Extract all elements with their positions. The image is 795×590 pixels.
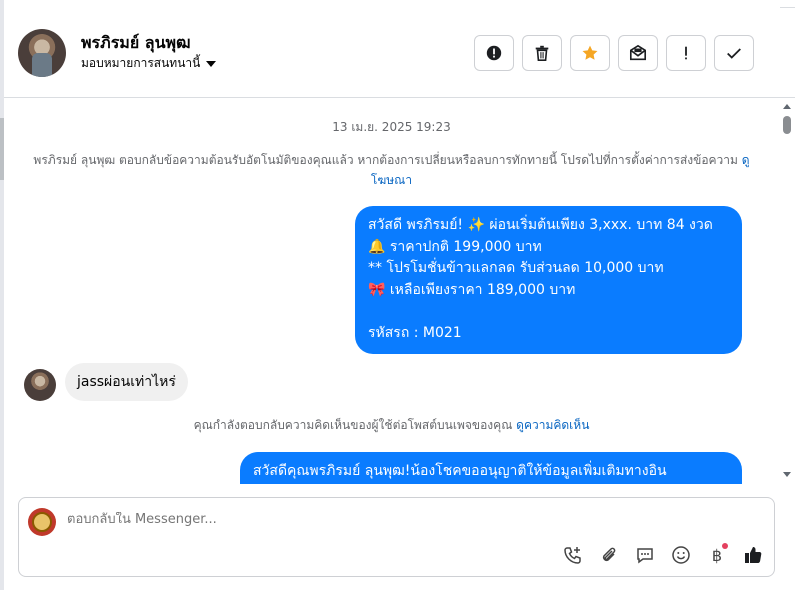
outgoing-message[interactable]: สวัสดีคุณพรภิรมย์ ลุนพุฒ!น้องโชคขออนุญาต… [240,452,742,484]
contact-avatar-small[interactable] [24,369,56,401]
message-line: สวัสดี พรภิรมย์! ✨ ผ่อนเริ่มต้นเพียง 3,x… [368,217,713,233]
follow-up-button[interactable] [666,35,706,71]
emoji-icon [672,546,690,564]
message-line: ** โปรโมชั่นข้าวแลกลด รับส่วนลด 10,000 บ… [368,260,664,276]
header-toolbar [474,35,754,71]
thread-scrollbar[interactable] [779,98,795,484]
assign-label: มอบหมายการสนทนานี้ [81,56,201,70]
payment-icon: ฿ [711,545,723,565]
saved-reply-icon [637,548,653,564]
saved-reply-button[interactable] [634,544,656,566]
message-line: 🔔 ราคาปกติ 199,000 บาท [368,238,542,255]
emoji-button[interactable] [670,544,692,566]
system-note-auto-reply: พรภิรมย์ ลุนพุฒ ตอบกลับข้อความต้อนรับอัต… [24,150,759,190]
assign-dropdown[interactable]: มอบหมายการสนทนานี้ [81,54,217,73]
report-button[interactable] [474,35,514,71]
notification-dot [722,543,728,549]
trash-icon [535,45,549,62]
star-button[interactable] [570,35,610,71]
contact-avatar[interactable] [18,29,66,77]
add-call-button[interactable] [562,544,584,566]
like-icon [745,547,762,563]
scroll-up-arrow-icon[interactable] [783,104,791,109]
follow-up-icon [685,46,687,60]
done-icon [727,48,741,59]
reply-composer: ฿ [18,497,775,577]
system-note-text: พรภิรมย์ ลุนพุฒ ตอบกลับข้อความต้อนรับอัต… [33,153,738,167]
header-divider [780,0,795,8]
message-thread[interactable]: 13 เม.ย. 2025 19:23 พรภิรมย์ ลุนพุฒ ตอบก… [4,98,779,484]
contact-name[interactable]: พรภิรมย์ ลุนพุฒ [81,31,191,56]
page-avatar [28,508,56,536]
system-note-comment-reply: คุณกำลังตอบกลับความคิดเห็นของผู้ใช้ต่อโพ… [4,416,779,435]
payment-button[interactable]: ฿ [706,543,728,566]
mark-read-icon [629,44,647,61]
message-line-blank [368,301,729,323]
star-icon [582,45,598,60]
message-timestamp: 13 เม.ย. 2025 19:23 [332,120,451,134]
incoming-message[interactable]: jassผ่อนเท่าไหร่ [65,363,188,401]
message-line: รหัสรถ : M021 [368,324,462,341]
like-button[interactable] [742,544,764,566]
reply-input[interactable] [67,512,747,527]
view-comment-link[interactable]: ดูความคิดเห็น [516,418,589,432]
message-line: 🎀 เหลือเพียงราคา 189,000 บาท [368,281,576,298]
mark-read-button[interactable] [618,35,658,71]
call-add-icon [564,547,581,564]
system-note-text: คุณกำลังตอบกลับความคิดเห็นของผู้ใช้ต่อโพ… [193,418,513,432]
composer-actions: ฿ [562,543,764,566]
report-icon [486,45,502,61]
conversation-header: พรภิรมย์ ลุนพุฒ มอบหมายการสนทนานี้ [4,0,795,98]
chevron-down-icon [206,60,217,67]
attach-icon [602,547,616,562]
attach-button[interactable] [598,544,620,566]
done-button[interactable] [714,35,754,71]
scroll-down-arrow-icon[interactable] [783,472,791,477]
outgoing-message[interactable]: สวัสดี พรภิรมย์! ✨ ผ่อนเริ่มต้นเพียง 3,x… [355,206,742,354]
scrollbar-thumb[interactable] [783,116,791,134]
delete-button[interactable] [522,35,562,71]
